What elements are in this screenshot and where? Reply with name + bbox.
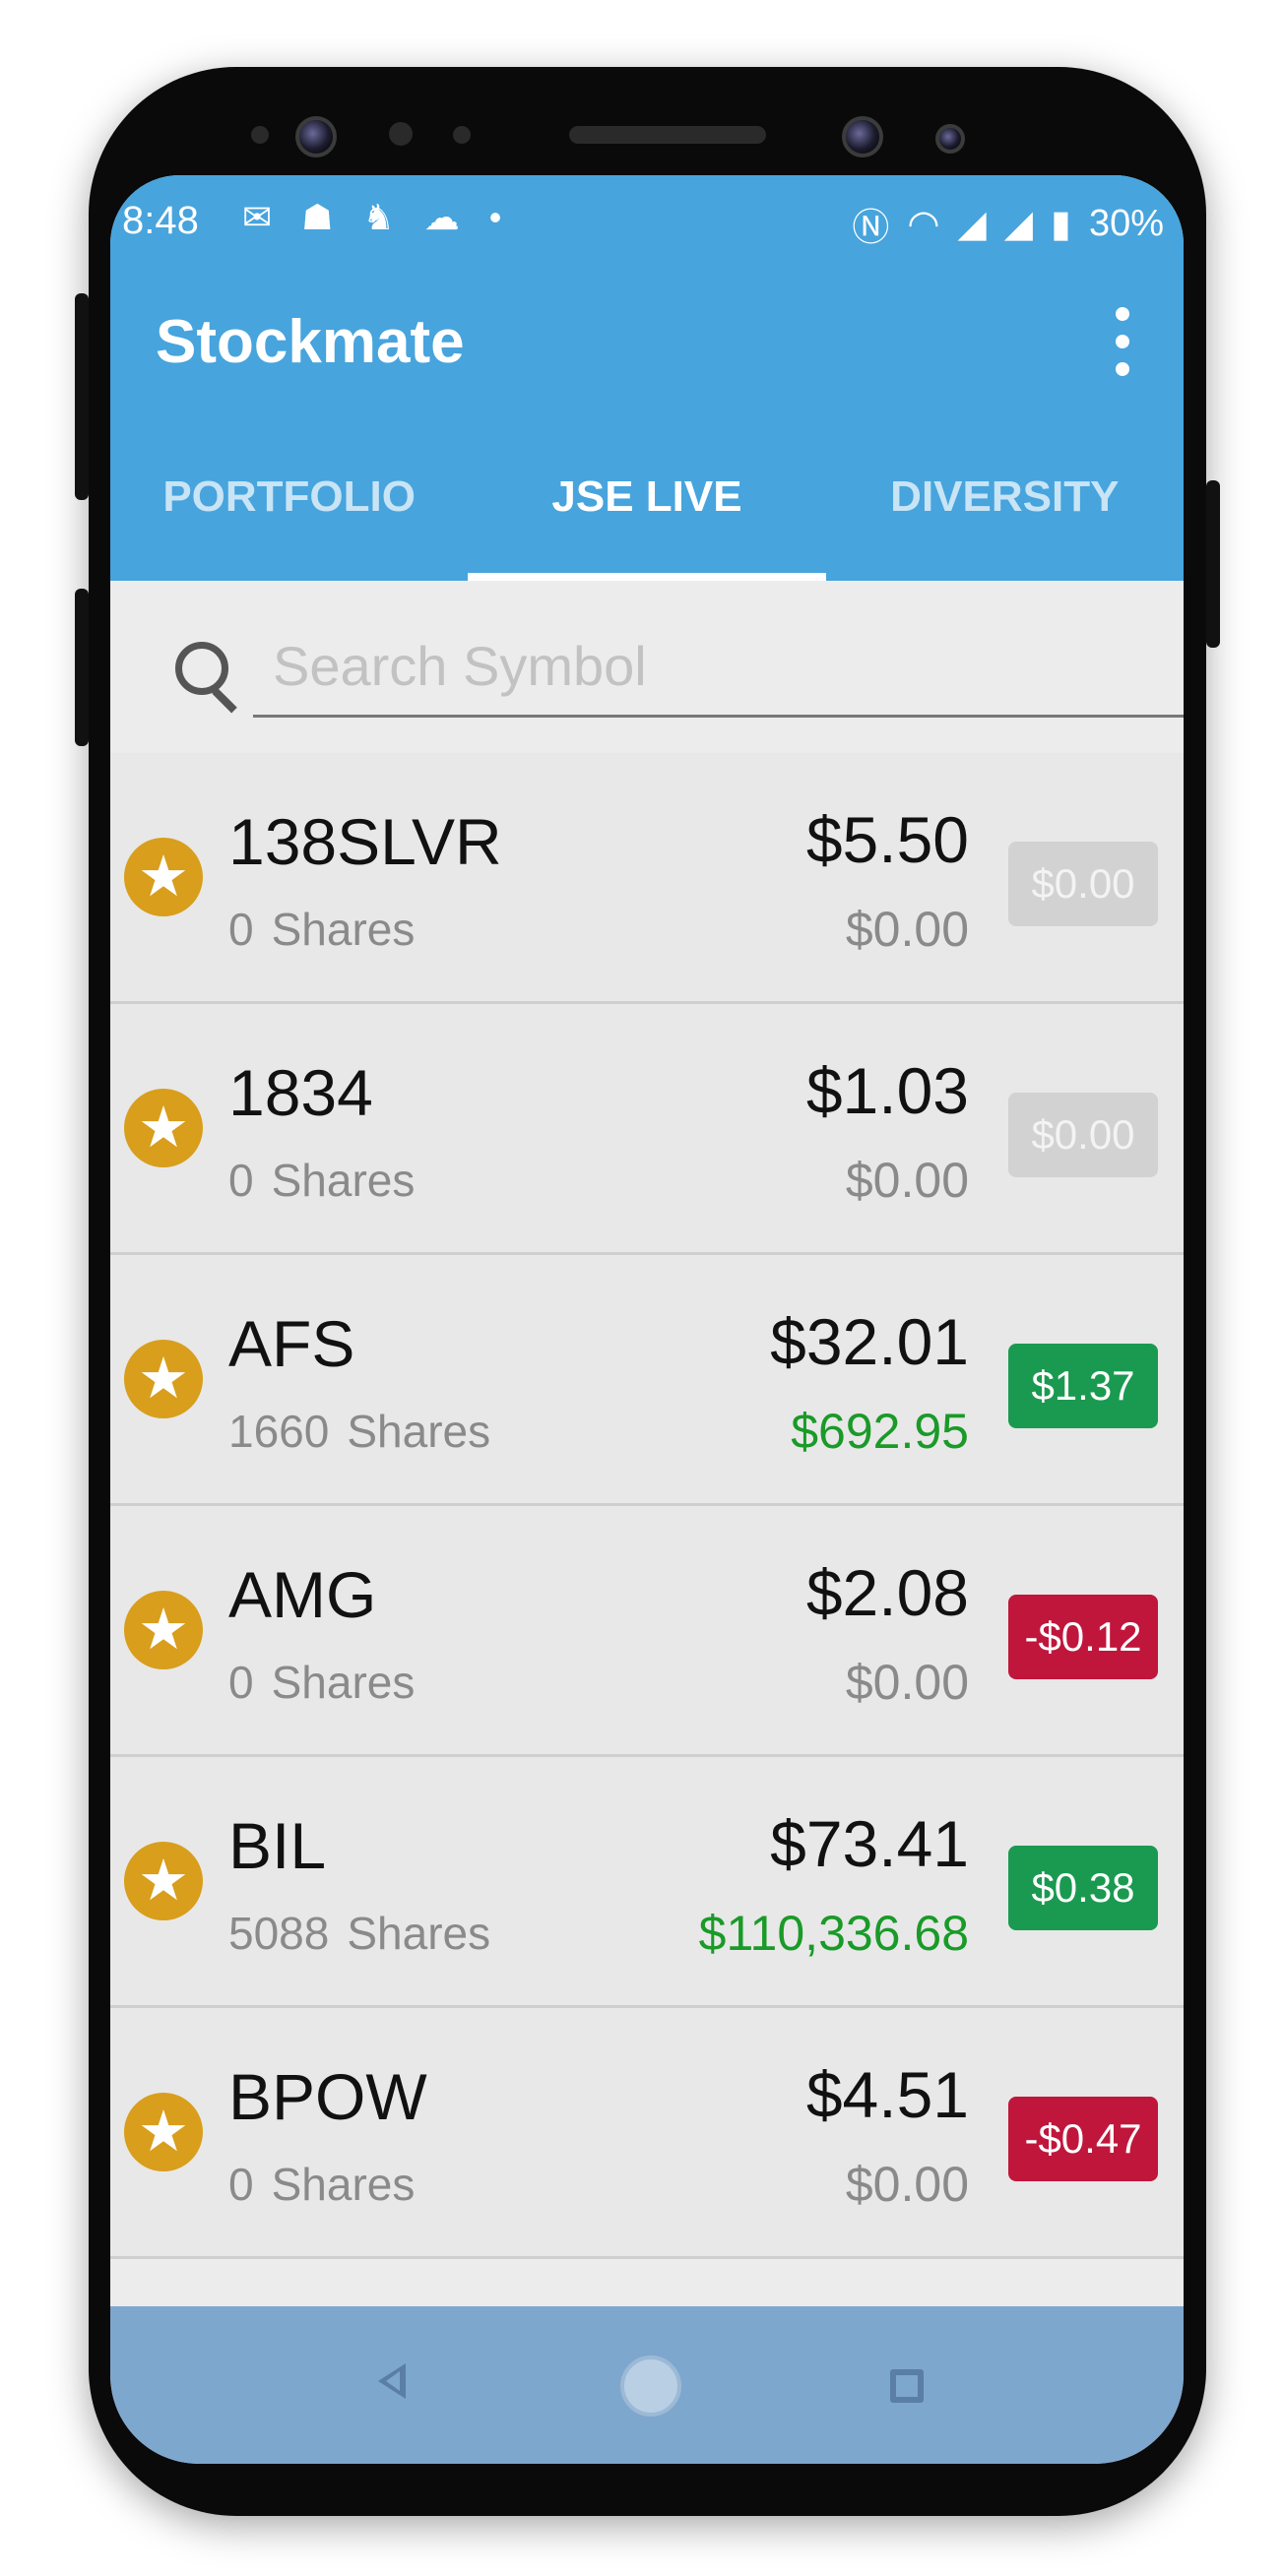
share-count-value: 1660 xyxy=(228,1406,330,1457)
share-count-value: 0 xyxy=(228,2159,254,2210)
overflow-menu-icon[interactable] xyxy=(1103,307,1142,376)
proximity-sensor-icon xyxy=(935,124,965,154)
holding-value: $0.00 xyxy=(845,2157,969,2212)
share-count-label: Shares xyxy=(271,1657,416,1708)
share-count: 0 Shares xyxy=(228,1154,415,1207)
share-count-label: Shares xyxy=(271,1155,416,1206)
list-item[interactable]: ★ AMG 0 Shares $2.08 $0.00 -$0.12 xyxy=(110,1506,1184,1757)
stock-price: $2.08 xyxy=(805,1556,969,1629)
stock-price: $32.01 xyxy=(770,1305,969,1378)
nfc-icon: Ⓝ xyxy=(852,208,890,249)
star-icon[interactable]: ★ xyxy=(124,838,203,916)
share-count-value: 0 xyxy=(228,1155,254,1206)
star-icon[interactable]: ★ xyxy=(124,1089,203,1167)
price-change-badge: $1.37 xyxy=(1008,1344,1158,1428)
share-count: 5088 Shares xyxy=(228,1907,490,1960)
holding-value: $0.00 xyxy=(845,1153,969,1208)
bixby-button xyxy=(75,589,89,746)
star-icon[interactable]: ★ xyxy=(124,1591,203,1669)
holding-value: $0.00 xyxy=(845,902,969,957)
screen: 8:48 ✉ ☗ ♞ ☁ • Ⓝ ◠ ◢ ◢ ▮ 30% Stockmate P… xyxy=(110,175,1184,2464)
stock-symbol: BIL xyxy=(228,1809,327,1882)
status-time: 8:48 xyxy=(122,199,199,242)
stock-symbol: AFS xyxy=(228,1307,355,1380)
system-nav-bar xyxy=(110,2306,1184,2464)
signal-icon: ◢ xyxy=(957,204,987,245)
app-icon: ♞ xyxy=(362,197,395,237)
tab-diversity[interactable]: DIVERSITY xyxy=(826,413,1184,581)
share-count-value: 5088 xyxy=(228,1908,330,1959)
iris-scanner-icon xyxy=(295,116,337,157)
share-count: 0 Shares xyxy=(228,2158,415,2211)
dot-icon: • xyxy=(488,197,502,237)
stock-symbol: AMG xyxy=(228,1558,377,1631)
list-item[interactable]: ★ BIL 5088 Shares $73.41 $110,336.68 $0.3… xyxy=(110,1757,1184,2008)
sensor-dot xyxy=(453,126,471,144)
share-count-label: Shares xyxy=(347,1908,491,1959)
share-count: 0 Shares xyxy=(228,1656,415,1709)
notification-icons: ✉ ☗ ♞ ☁ • xyxy=(242,197,501,238)
recent-apps-icon[interactable] xyxy=(890,2369,924,2403)
battery-icon: ▮ xyxy=(1051,204,1071,245)
fitness-icon: ☗ xyxy=(301,197,334,237)
star-icon[interactable]: ★ xyxy=(124,1340,203,1418)
tab-bar: PORTFOLIO JSE LIVE DIVERSITY xyxy=(110,413,1184,581)
back-icon[interactable] xyxy=(378,2363,406,2399)
signal-icon: ◢ xyxy=(1003,204,1034,245)
list-item[interactable]: ★ 138SLVR 0 Shares $5.50 $0.00 $0.00 xyxy=(110,753,1184,1004)
volume-button xyxy=(75,293,89,500)
stock-price: $1.03 xyxy=(805,1054,969,1127)
share-count-value: 0 xyxy=(228,904,254,955)
star-icon[interactable]: ★ xyxy=(124,1842,203,1920)
share-count: 0 Shares xyxy=(228,903,415,956)
sensor-dot xyxy=(251,126,269,144)
holding-value: $692.95 xyxy=(791,1404,969,1459)
power-button xyxy=(1206,480,1220,648)
price-change-badge: -$0.12 xyxy=(1008,1595,1158,1679)
home-icon[interactable] xyxy=(620,2356,681,2417)
holding-value: $0.00 xyxy=(845,1655,969,1710)
share-count-label: Shares xyxy=(347,1406,491,1457)
list-item[interactable]: ★ BPOW 0 Shares $4.51 $0.00 -$0.47 xyxy=(110,2008,1184,2259)
search-bar xyxy=(110,581,1184,748)
share-count-label: Shares xyxy=(271,904,416,955)
wifi-icon: ◠ xyxy=(907,204,940,245)
status-bar: 8:48 ✉ ☗ ♞ ☁ • Ⓝ ◠ ◢ ◢ ▮ 30% xyxy=(110,175,1184,266)
app-bar: Stockmate xyxy=(110,266,1184,413)
stock-list: ★ 138SLVR 0 Shares $5.50 $0.00 $0.00 ★ 18… xyxy=(110,753,1184,2259)
battery-percent: 30% xyxy=(1088,203,1164,244)
gmail-icon: ✉ xyxy=(242,197,273,237)
share-count-label: Shares xyxy=(271,2159,416,2210)
earpiece-speaker xyxy=(569,126,766,144)
stock-symbol: BPOW xyxy=(228,2060,427,2133)
search-icon xyxy=(175,642,228,695)
sensor-dot xyxy=(389,122,413,146)
price-change-badge: $0.00 xyxy=(1008,1093,1158,1177)
tab-jse-live[interactable]: JSE LIVE xyxy=(468,413,826,581)
holding-value: $110,336.68 xyxy=(698,1906,969,1961)
stock-price: $5.50 xyxy=(805,803,969,876)
stock-symbol: 138SLVR xyxy=(228,805,502,878)
stock-price: $4.51 xyxy=(805,2058,969,2131)
share-count: 1660 Shares xyxy=(228,1405,490,1458)
list-item[interactable]: ★ AFS 1660 Shares $32.01 $692.95 $1.37 xyxy=(110,1255,1184,1506)
search-input[interactable] xyxy=(253,616,1184,718)
list-item[interactable]: ★ 1834 0 Shares $1.03 $0.00 $0.00 xyxy=(110,1004,1184,1255)
system-icons: Ⓝ ◠ ◢ ◢ ▮ 30% xyxy=(852,197,1164,251)
phone-top-sensors xyxy=(89,67,1206,185)
front-camera-icon xyxy=(842,116,883,157)
app-title: Stockmate xyxy=(156,308,465,376)
cloud-icon: ☁ xyxy=(423,197,460,237)
tab-portfolio[interactable]: PORTFOLIO xyxy=(110,413,468,581)
share-count-value: 0 xyxy=(228,1657,254,1708)
price-change-badge: -$0.47 xyxy=(1008,2097,1158,2181)
price-change-badge: $0.00 xyxy=(1008,842,1158,926)
stock-price: $73.41 xyxy=(770,1807,969,1880)
price-change-badge: $0.38 xyxy=(1008,1846,1158,1930)
star-icon[interactable]: ★ xyxy=(124,2093,203,2171)
stock-symbol: 1834 xyxy=(228,1056,373,1129)
